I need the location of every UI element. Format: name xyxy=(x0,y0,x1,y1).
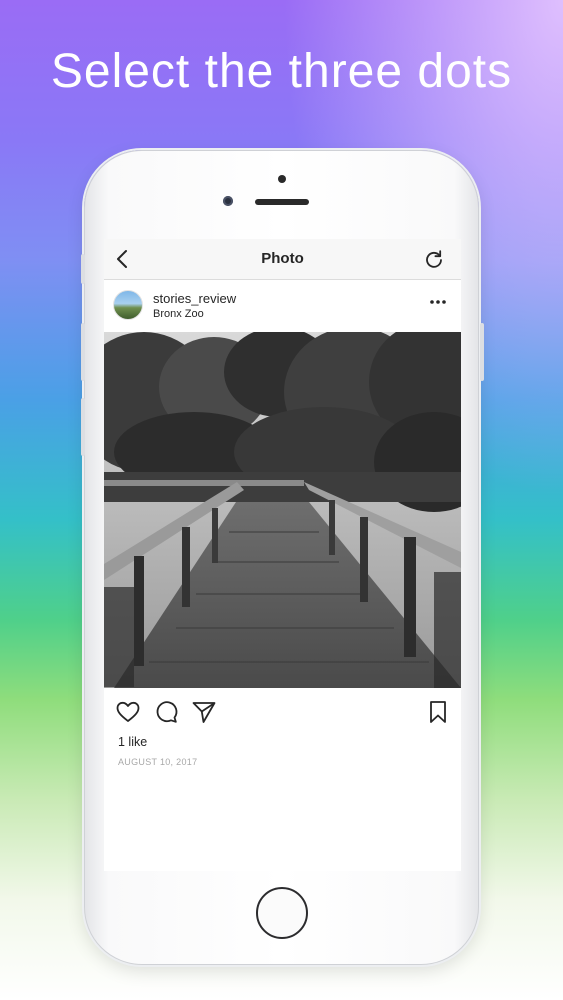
phone-frame: Photo stories_review Bronx Zoo 1 like AU… xyxy=(81,150,484,965)
volume-down-button xyxy=(81,398,85,456)
volume-up-button xyxy=(81,323,85,381)
boardwalk-photo[interactable] xyxy=(104,332,461,688)
username[interactable]: stories_review xyxy=(153,291,236,306)
page-title: Photo xyxy=(261,250,304,267)
post-date: AUGUST 10, 2017 xyxy=(118,757,198,767)
front-camera xyxy=(223,196,233,206)
earpiece-speaker xyxy=(255,199,309,205)
mute-switch xyxy=(81,254,85,284)
nav-bar: Photo xyxy=(104,239,461,280)
share-icon[interactable] xyxy=(191,699,217,725)
post-actions xyxy=(104,688,461,736)
power-button xyxy=(480,323,484,381)
likes-count[interactable]: 1 like xyxy=(118,735,147,749)
heart-icon[interactable] xyxy=(115,699,141,725)
home-button[interactable] xyxy=(256,887,308,939)
headline: Select the three dots xyxy=(50,45,513,98)
bookmark-icon[interactable] xyxy=(425,699,451,725)
phone-screen: Photo stories_review Bronx Zoo 1 like AU… xyxy=(104,239,461,871)
location[interactable]: Bronx Zoo xyxy=(153,308,204,320)
refresh-icon[interactable] xyxy=(423,248,445,270)
post-header: stories_review Bronx Zoo xyxy=(104,280,461,332)
avatar[interactable] xyxy=(113,290,143,320)
comment-icon[interactable] xyxy=(153,699,179,725)
three-dots-icon[interactable] xyxy=(427,295,449,309)
proximity-sensor xyxy=(278,175,286,183)
